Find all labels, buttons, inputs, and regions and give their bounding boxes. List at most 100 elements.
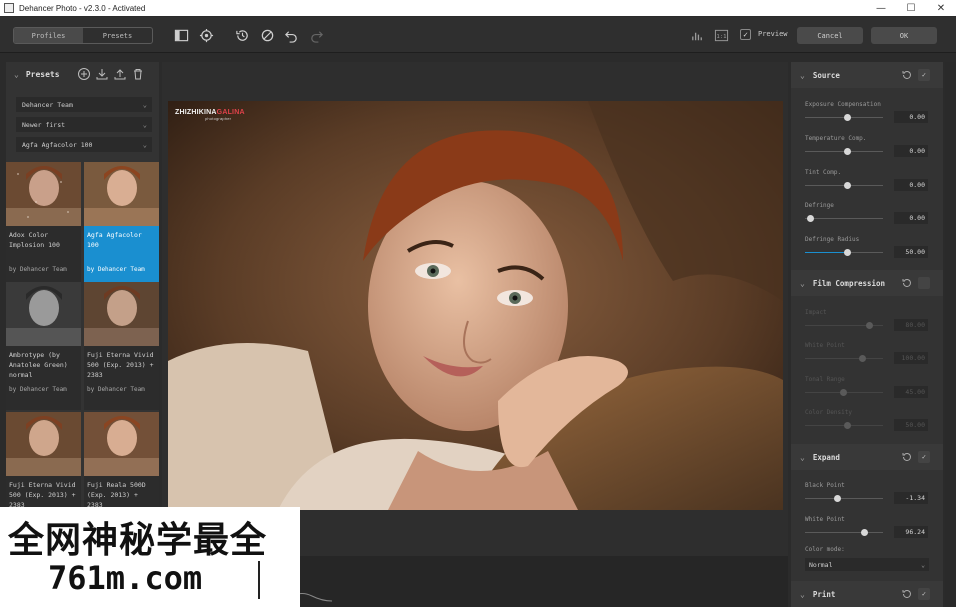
section-print-header[interactable]: ⌄ Print ✓: [791, 581, 943, 607]
section-source-header[interactable]: ⌄ Source ✓: [791, 62, 943, 88]
black-point-value[interactable]: -1.34: [894, 492, 928, 504]
preset-thumbnail: [6, 282, 81, 346]
minimize-button[interactable]: —: [866, 0, 896, 16]
sort-dropdown[interactable]: Newer first ⌄: [16, 117, 152, 132]
app-icon: [4, 3, 14, 13]
main-toolbar: Profiles Presets 1:1 ✓ Preview Cancel OK: [0, 17, 956, 53]
slider-handle[interactable]: [844, 114, 851, 121]
chevron-down-icon: ⌄: [142, 100, 147, 109]
tab-presets[interactable]: Presets: [83, 28, 152, 43]
chevron-down-icon: ⌄: [921, 560, 925, 569]
black-point-slider[interactable]: [805, 498, 883, 499]
param-label: Tonal Range: [805, 376, 845, 383]
author-filter-dropdown[interactable]: Dehancer Team ⌄: [16, 97, 152, 112]
watermark-accent: GALINA: [216, 109, 245, 116]
download-icon[interactable]: [95, 67, 109, 81]
maximize-button[interactable]: ☐: [896, 0, 926, 16]
preview-image[interactable]: [168, 101, 783, 510]
upload-icon[interactable]: [113, 67, 127, 81]
section-title: Source: [812, 70, 840, 80]
reset-section-icon[interactable]: [901, 69, 913, 81]
presets-title: Presets: [25, 70, 60, 79]
watermark-line1: 全网神秘学最全: [8, 520, 268, 561]
chevron-down-icon: ⌄: [142, 140, 147, 149]
ok-button[interactable]: OK: [871, 27, 937, 44]
param-label: Impact: [805, 309, 827, 316]
preset-tile[interactable]: Adox Color Implosion 100 by Dehancer Tea…: [6, 162, 81, 290]
preset-tile-selected[interactable]: Agfa Agfacolor 100 by Dehancer Team: [84, 162, 159, 290]
watermark-main: ZHIZHIKINA: [175, 109, 217, 116]
slider-handle[interactable]: [859, 355, 866, 362]
param-label: Defringe: [805, 202, 834, 209]
right-panel-scrollbar[interactable]: [945, 62, 956, 607]
defringe-radius-value[interactable]: 50.00: [894, 246, 928, 258]
redo-icon[interactable]: [308, 27, 324, 43]
color-mode-value: Normal: [809, 560, 833, 569]
expand-white-point-slider[interactable]: [805, 532, 883, 533]
reset-section-icon[interactable]: [901, 588, 913, 600]
tab-profiles[interactable]: Profiles: [14, 28, 83, 43]
color-mode-select[interactable]: Normal ⌄: [805, 558, 929, 571]
slider-handle[interactable]: [807, 215, 814, 222]
temperature-value[interactable]: 0.00: [894, 145, 928, 157]
section-toggle-check[interactable]: [918, 277, 930, 289]
impact-value[interactable]: 80.00: [894, 319, 928, 331]
film-filter-value: Agfa Agfacolor 100: [22, 140, 93, 149]
section-film-compression-header[interactable]: ⌄ Film Compression: [791, 270, 943, 296]
section-toggle-check[interactable]: ✓: [918, 451, 930, 463]
slider-handle[interactable]: [844, 422, 851, 429]
defringe-slider[interactable]: [805, 218, 883, 219]
preset-thumbnail: [84, 412, 159, 476]
chevron-down-icon[interactable]: ⌄: [800, 279, 805, 288]
trash-icon[interactable]: [131, 67, 145, 81]
settings-icon[interactable]: [198, 27, 214, 43]
white-point-value[interactable]: 100.00: [894, 352, 928, 364]
preview-checkbox[interactable]: ✓: [740, 29, 751, 40]
chevron-down-icon[interactable]: ⌄: [800, 590, 805, 599]
one-to-one-icon[interactable]: 1:1: [713, 27, 729, 43]
chevron-down-icon[interactable]: ⌄: [14, 70, 19, 79]
split-view-icon[interactable]: [173, 27, 189, 43]
section-title: Expand: [812, 452, 840, 462]
preset-name: Fuji Eterna Vivid 500 (Exp. 2013) + 2383: [9, 481, 76, 509]
tint-value[interactable]: 0.00: [894, 179, 928, 191]
reset-section-icon[interactable]: [901, 277, 913, 289]
add-preset-icon[interactable]: [77, 67, 91, 81]
slider-handle[interactable]: [840, 389, 847, 396]
slider-handle[interactable]: [844, 148, 851, 155]
section-toggle-check[interactable]: ✓: [918, 588, 930, 600]
adjustments-panel: ⌄ Source ✓ Exposure Compensation 0.00 Te…: [791, 62, 943, 607]
slider-handle[interactable]: [861, 529, 868, 536]
reset-section-icon[interactable]: [901, 451, 913, 463]
chevron-down-icon[interactable]: ⌄: [800, 453, 805, 462]
preset-thumbnail: [6, 162, 81, 226]
color-mode-label: Color mode:: [805, 546, 845, 553]
section-expand-header[interactable]: ⌄ Expand ✓: [791, 444, 943, 470]
history-icon[interactable]: [234, 27, 250, 43]
chevron-down-icon[interactable]: ⌄: [800, 71, 805, 80]
slider-handle[interactable]: [844, 182, 851, 189]
param-label: Defringe Radius: [805, 236, 860, 243]
cancel-button[interactable]: Cancel: [797, 27, 863, 44]
slider-handle[interactable]: [866, 322, 873, 329]
section-toggle-check[interactable]: ✓: [918, 69, 930, 81]
param-label: Color Density: [805, 409, 852, 416]
slider-handle[interactable]: [834, 495, 841, 502]
histogram-icon[interactable]: [689, 27, 705, 43]
expand-white-point-value[interactable]: 96.24: [894, 526, 928, 538]
tonal-range-value[interactable]: 45.00: [894, 386, 928, 398]
mode-switch: Profiles Presets: [13, 27, 153, 44]
undo-icon[interactable]: [283, 27, 299, 43]
reset-icon[interactable]: [259, 27, 275, 43]
white-point-slider[interactable]: [805, 358, 883, 359]
exposure-value[interactable]: 0.00: [894, 111, 928, 123]
close-button[interactable]: ✕: [926, 0, 956, 16]
slider-handle[interactable]: [844, 249, 851, 256]
preset-tile[interactable]: Fuji Eterna Vivid 500 (Exp. 2013) + 2383…: [84, 282, 159, 410]
preset-author: by Dehancer Team: [9, 386, 67, 393]
param-label: Tint Comp.: [805, 169, 842, 176]
preset-tile[interactable]: Ambrotype (by Anatolee Green) normal by …: [6, 282, 81, 410]
film-filter-dropdown[interactable]: Agfa Agfacolor 100 ⌄: [16, 137, 152, 152]
color-density-value[interactable]: 50.00: [894, 419, 928, 431]
defringe-value[interactable]: 0.00: [894, 212, 928, 224]
